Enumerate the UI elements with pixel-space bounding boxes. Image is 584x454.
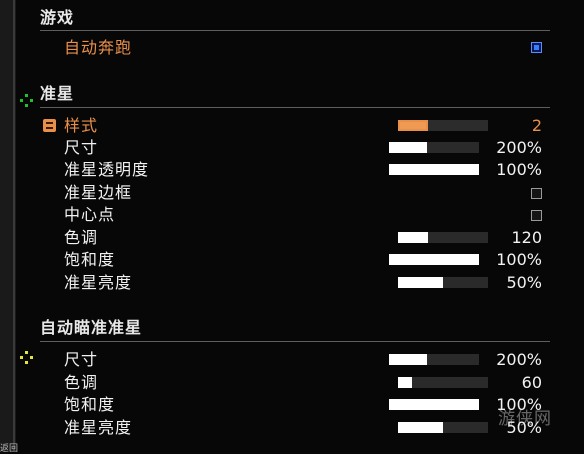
crosshair-size-slider[interactable] — [389, 142, 479, 153]
crosshair-brightness-slider-fill — [398, 277, 443, 288]
aim-hue-slider[interactable] — [398, 377, 488, 388]
crosshair-brightness-value: 50% — [506, 273, 542, 292]
crosshair-border-label[interactable]: 准星边框 — [64, 183, 132, 203]
section-divider-game — [40, 30, 550, 31]
center-dot-checkbox[interactable] — [531, 210, 542, 221]
crosshair-border-checkbox[interactable] — [531, 188, 542, 199]
crosshair-size-value: 200% — [496, 138, 542, 157]
crosshair-saturation-label[interactable]: 饱和度 — [64, 250, 115, 270]
crosshair-brightness-label[interactable]: 准星亮度 — [64, 273, 132, 293]
aim-saturation-label[interactable]: 饱和度 — [64, 395, 115, 415]
crosshair-style-label[interactable]: 样式 — [64, 116, 98, 136]
aim-brightness-slider-fill — [398, 422, 443, 433]
crosshair-opacity-label[interactable]: 准星透明度 — [64, 160, 149, 180]
aim-size-slider-fill — [389, 354, 427, 365]
crosshair-hue-value: 120 — [511, 228, 542, 247]
section-title-game: 游戏 — [40, 8, 75, 27]
center-dot-label[interactable]: 中心点 — [64, 205, 115, 225]
auto-run-checkbox[interactable] — [531, 42, 542, 53]
aim-size-label[interactable]: 尺寸 — [64, 350, 98, 370]
aim-hue-value: 60 — [521, 373, 542, 392]
crosshair-size-slider-fill — [389, 142, 427, 153]
aim-size-slider[interactable] — [389, 354, 479, 365]
aim-size-value: 200% — [496, 350, 542, 369]
aim-brightness-label[interactable]: 准星亮度 — [64, 418, 132, 438]
section-title-crosshair: 准星 — [40, 84, 75, 103]
crosshair-saturation-slider[interactable] — [389, 254, 479, 265]
section-title-aim-assist: 自动瞄准准星 — [40, 318, 143, 337]
aim-hue-label[interactable]: 色调 — [64, 373, 98, 393]
crosshair-saturation-slider-fill — [389, 254, 479, 265]
crosshair-brightness-slider[interactable] — [398, 277, 488, 288]
left-panel-divider — [13, 0, 15, 451]
section-divider-crosshair — [40, 107, 550, 108]
aim-hue-slider-fill — [398, 377, 412, 388]
aim-brightness-slider[interactable] — [398, 422, 488, 433]
orange-row-icon — [43, 119, 56, 132]
crosshair-saturation-value: 100% — [496, 250, 542, 269]
crosshair-opacity-slider[interactable] — [389, 164, 479, 175]
back-label[interactable]: 返回 — [0, 441, 18, 454]
crosshair-opacity-slider-fill — [389, 164, 479, 175]
crosshair-size-label[interactable]: 尺寸 — [64, 138, 98, 158]
section-divider-aim-assist — [40, 341, 550, 342]
auto-run-label[interactable]: 自动奔跑 — [64, 38, 132, 58]
green-dots-icon — [20, 94, 34, 108]
crosshair-style-slider[interactable] — [398, 120, 488, 131]
crosshair-hue-label[interactable]: 色调 — [64, 228, 98, 248]
aim-saturation-slider[interactable] — [389, 399, 479, 410]
crosshair-style-value: 2 — [531, 116, 542, 135]
crosshair-hue-slider-fill — [398, 232, 428, 243]
crosshair-hue-slider[interactable] — [398, 232, 488, 243]
aim-saturation-slider-fill — [389, 399, 479, 410]
watermark: 游侠网 — [498, 409, 552, 429]
yellow-dots-icon — [20, 351, 34, 365]
crosshair-style-slider-fill — [398, 120, 428, 131]
crosshair-opacity-value: 100% — [496, 160, 542, 179]
